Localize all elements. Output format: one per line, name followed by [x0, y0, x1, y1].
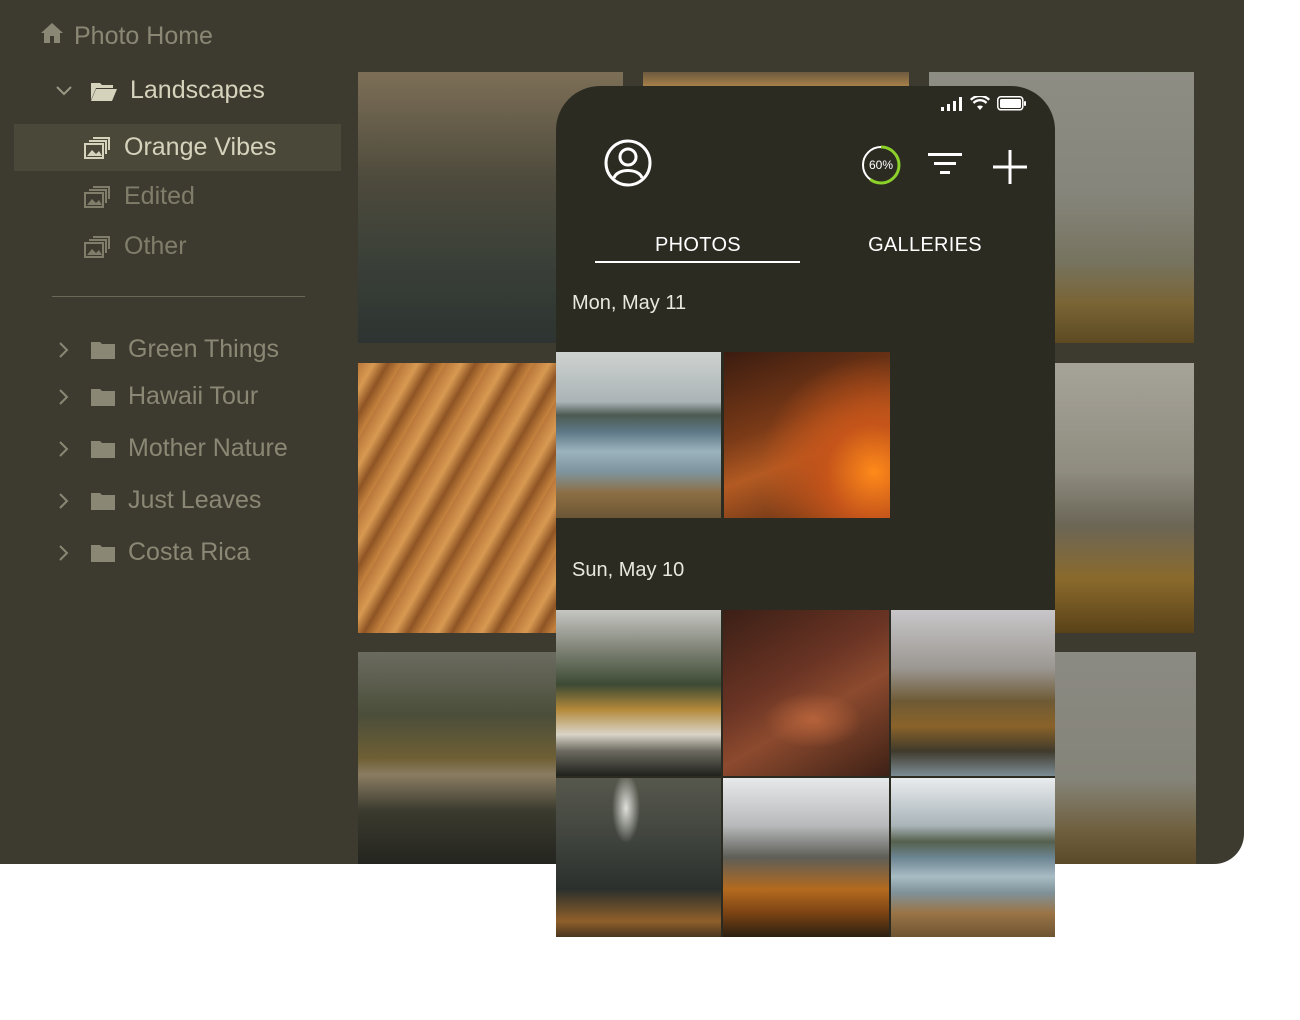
- add-icon[interactable]: [991, 148, 1029, 186]
- gallery-label: Edited: [124, 182, 195, 210]
- photo-snowy-peaks[interactable]: [723, 778, 889, 937]
- sidebar: Photo Home Landscapes Orange Vibes Edite…: [0, 0, 350, 864]
- chevron-right-icon[interactable]: [54, 340, 74, 360]
- chevron-right-icon[interactable]: [54, 543, 74, 563]
- chevron-right-icon[interactable]: [54, 387, 74, 407]
- gallery-item-other[interactable]: Other: [14, 223, 341, 270]
- photo-home-link[interactable]: Photo Home: [40, 22, 213, 51]
- photo-home-label: Photo Home: [74, 22, 213, 50]
- status-bar: [941, 94, 1027, 116]
- folder-icon: [90, 543, 116, 563]
- folder-icon: [90, 340, 116, 360]
- folder-just-leaves[interactable]: Just Leaves: [54, 486, 261, 515]
- folder-hawaii-tour[interactable]: Hawaii Tour: [54, 382, 258, 411]
- chevron-down-icon[interactable]: [54, 81, 74, 101]
- gallery-item-orange-vibes[interactable]: Orange Vibes: [14, 124, 341, 171]
- folder-landscapes[interactable]: Landscapes: [54, 76, 265, 105]
- gallery-label: Orange Vibes: [124, 133, 277, 161]
- folder-open-icon: [90, 80, 118, 102]
- folder-label: Green Things: [128, 335, 280, 363]
- gallery-label: Other: [124, 232, 187, 260]
- folder-icon: [90, 439, 116, 459]
- photo-tile-foggy-hills[interactable]: [1054, 652, 1196, 864]
- section-date: Sun, May 10: [572, 559, 685, 581]
- sidebar-divider: [52, 296, 305, 297]
- folder-icon: [90, 387, 116, 407]
- folder-costa-rica[interactable]: Costa Rica: [54, 538, 250, 567]
- folder-label: Landscapes: [130, 76, 265, 104]
- folder-label: Hawaii Tour: [128, 382, 259, 410]
- filter-icon[interactable]: [927, 150, 963, 178]
- wifi-icon: [969, 94, 991, 116]
- gallery-icon: [84, 235, 110, 258]
- photo-foggy-valley[interactable]: [891, 610, 1055, 776]
- chevron-right-icon[interactable]: [54, 439, 74, 459]
- gallery-icon: [84, 185, 110, 208]
- folder-green-things[interactable]: Green Things: [54, 335, 279, 364]
- folder-icon: [90, 491, 116, 511]
- signal-icon: [941, 96, 963, 116]
- photo-tile-canyon[interactable]: [358, 363, 558, 633]
- gallery-icon: [84, 136, 110, 159]
- photo-waterfall[interactable]: [556, 778, 721, 937]
- photo-golden-grass[interactable]: [724, 352, 890, 518]
- section-date: Mon, May 11: [572, 292, 687, 314]
- phone-app: 60% PHOTOS GALLERIES Mon, May 11 Sun, Ma…: [556, 86, 1055, 937]
- photo-tile-misty-mountain[interactable]: [1054, 363, 1194, 633]
- photo-tile-forest-lake[interactable]: [358, 652, 558, 864]
- active-tab-indicator: [595, 261, 800, 263]
- storage-progress-label: 60%: [868, 158, 894, 172]
- gallery-item-edited[interactable]: Edited: [14, 173, 341, 220]
- battery-icon: [997, 96, 1027, 116]
- home-icon: [40, 22, 64, 51]
- folder-label: Costa Rica: [128, 538, 251, 566]
- photo-lake-reflection[interactable]: [891, 778, 1055, 937]
- folder-mother-nature[interactable]: Mother Nature: [54, 434, 288, 463]
- profile-avatar-icon[interactable]: [603, 138, 653, 188]
- tab-galleries[interactable]: GALLERIES: [820, 226, 1030, 264]
- photo-lake-reflection[interactable]: [556, 352, 721, 518]
- folder-label: Mother Nature: [128, 434, 288, 462]
- chevron-right-icon[interactable]: [54, 491, 74, 511]
- tab-photos[interactable]: PHOTOS: [596, 226, 800, 264]
- photo-driftwood[interactable]: [723, 610, 889, 776]
- photo-autumn-forest-lake[interactable]: [556, 610, 721, 776]
- folder-label: Just Leaves: [128, 486, 262, 514]
